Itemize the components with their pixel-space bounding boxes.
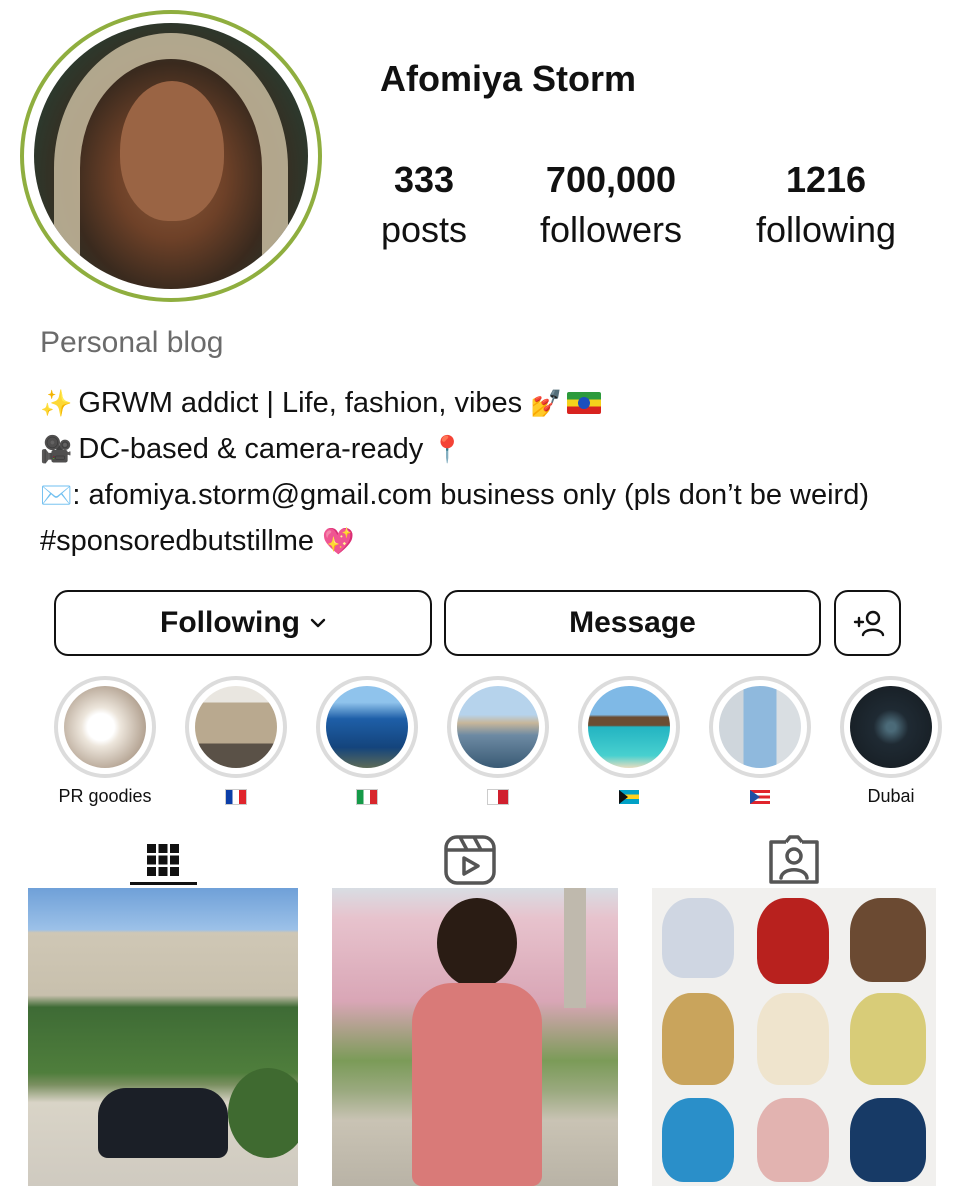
highlight-ring (54, 676, 156, 778)
following-button-label: Following (160, 606, 300, 639)
highlight-caption (302, 784, 432, 808)
chevron-down-icon (310, 618, 326, 628)
reels-icon (444, 835, 496, 885)
bio-line-3: ✉️ : afomiya.storm@gmail.com business on… (40, 472, 940, 518)
post-shoe (850, 993, 926, 1085)
highlight-caption (564, 784, 694, 808)
highlight-ring (316, 676, 418, 778)
stat-followers-label: followers (539, 209, 683, 250)
stat-followers[interactable]: 700,000 followers (535, 158, 687, 258)
profile-category: Personal blog (40, 326, 224, 359)
highlight-image (457, 686, 539, 768)
stat-following-value: 1216 (785, 159, 867, 200)
highlight-image (195, 686, 277, 768)
malta-flag-icon (487, 789, 509, 806)
message-button[interactable]: Message (444, 590, 821, 656)
ethiopia-flag-icon (566, 392, 601, 414)
highlight-ring (447, 676, 549, 778)
highlight-ring (709, 676, 811, 778)
highlight-image (64, 686, 146, 768)
stat-posts-value: 333 (393, 159, 455, 200)
tab-reels[interactable] (440, 830, 500, 890)
pin-icon: 📍 (431, 434, 464, 464)
profile-username: Afomiya Storm (380, 58, 637, 99)
bio-line-4: #sponsoredbutstillme 💖 (40, 518, 940, 564)
heart-icon: 💖 (322, 526, 355, 556)
post-tree-shape (228, 1068, 298, 1158)
post-shoe (662, 898, 734, 978)
post-person-dress (412, 983, 542, 1186)
bio-line-1: ✨ GRWM addict | Life, fashion, vibes 💅 (40, 380, 940, 426)
puerto-rico-flag-icon (750, 790, 770, 805)
post-shoe (662, 993, 734, 1085)
profile-bio: ✨ GRWM addict | Life, fashion, vibes 💅 🎥… (40, 380, 940, 564)
bahamas-flag-icon (619, 790, 639, 805)
bio-line-2-text: DC-based & camera-ready (78, 433, 424, 465)
post-shoe (850, 1098, 926, 1182)
following-button[interactable]: Following (54, 590, 432, 656)
france-flag-icon (225, 789, 247, 806)
post-person-hair (437, 898, 517, 988)
highlight-caption (695, 784, 825, 808)
highlight-image (326, 686, 408, 768)
grid-post-3[interactable] (652, 888, 936, 1186)
bio-hashtag[interactable]: #sponsoredbutstillme (40, 518, 314, 564)
grid-post-1[interactable] (28, 888, 298, 1186)
bio-email-text[interactable]: : afomiya.storm@gmail.com business only … (72, 472, 869, 518)
highlight-ring (578, 676, 680, 778)
highlight-malta[interactable] (433, 676, 563, 808)
tab-posts-grid[interactable] (133, 830, 193, 890)
grid-post-2[interactable] (332, 888, 618, 1186)
highlight-dubai[interactable]: Dubai (826, 676, 956, 808)
highlight-image (719, 686, 801, 768)
sparkles-icon: ✨ (40, 388, 73, 418)
highlight-bahamas[interactable] (564, 676, 694, 808)
envelope-icon: ✉️ (40, 480, 73, 510)
highlight-ring (840, 676, 942, 778)
post-shoe (662, 1098, 734, 1182)
post-shoe (850, 898, 926, 982)
suggested-accounts-button[interactable] (834, 590, 901, 656)
stat-followers-value: 700,000 (545, 159, 677, 200)
message-button-label: Message (569, 606, 696, 639)
highlight-image (588, 686, 670, 768)
post-car-shape (98, 1088, 228, 1158)
tagged-user-icon (769, 835, 819, 884)
highlight-caption: Dubai (867, 786, 915, 806)
highlight-puerto-rico[interactable] (695, 676, 825, 808)
tab-tagged[interactable] (764, 830, 824, 890)
highlight-caption: PR goodies (58, 786, 152, 806)
post-shoe (757, 1098, 829, 1182)
highlight-ring (185, 676, 287, 778)
highlight-image (850, 686, 932, 768)
stat-following[interactable]: 1216 following (750, 158, 902, 258)
movie-camera-icon: 🎥 (40, 434, 73, 464)
stat-following-label: following (755, 209, 897, 250)
bio-line-2: 🎥 DC-based & camera-ready 📍 (40, 426, 940, 472)
add-user-icon (853, 610, 884, 637)
avatar-image (34, 23, 308, 289)
highlight-caption (433, 784, 563, 808)
nail-polish-icon: 💅 (530, 388, 563, 418)
stat-posts[interactable]: 333 posts (378, 158, 470, 258)
post-monument-shape (564, 888, 586, 1008)
stat-posts-label: posts (380, 209, 468, 250)
highlight-caption (171, 784, 301, 808)
highlight-italy[interactable] (302, 676, 432, 808)
highlight-france[interactable] (171, 676, 301, 808)
grid-icon (147, 844, 179, 876)
italy-flag-icon (356, 789, 378, 806)
active-tab-indicator (130, 882, 197, 885)
highlight-pr-goodies[interactable]: PR goodies (40, 676, 170, 808)
post-shoe (757, 993, 829, 1085)
post-shoe (757, 898, 829, 984)
profile-avatar[interactable] (20, 10, 322, 302)
bio-line-1-text: GRWM addict | Life, fashion, vibes (78, 387, 523, 419)
